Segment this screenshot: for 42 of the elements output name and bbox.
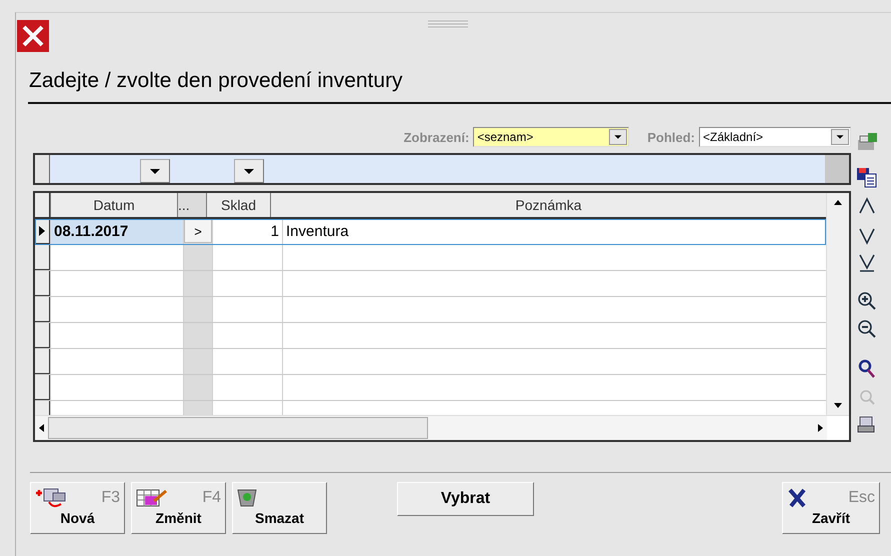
view-label: Pohled: — [647, 130, 695, 144]
scroll-left-arrow-icon[interactable] — [39, 424, 44, 432]
row-pointer-icon — [39, 226, 45, 236]
save-icon[interactable] — [856, 166, 878, 188]
display-dropdown[interactable]: <seznam> — [473, 127, 630, 147]
view-dropdown[interactable]: <Základní> — [699, 127, 851, 147]
column-header[interactable]: Sklad — [206, 193, 270, 217]
row-detail-button[interactable]: > — [184, 219, 212, 243]
vertical-scrollbar[interactable] — [826, 193, 849, 415]
window-title: Zadejte / zvolte den provedení inventury — [28, 68, 404, 94]
close-button[interactable]: Esc Zavřít — [782, 482, 880, 534]
toolbar-button[interactable]: F3 Nová — [30, 482, 125, 534]
horizontal-scrollbar[interactable] — [35, 415, 849, 440]
caret-icon — [244, 168, 254, 174]
select-button[interactable]: Vybrat — [397, 482, 534, 516]
scroll-up-arrow-icon[interactable] — [834, 200, 842, 205]
zoom-in-icon[interactable] — [856, 290, 878, 312]
caret-icon — [150, 168, 160, 174]
shortcut-label: Esc — [848, 489, 875, 507]
close-icon[interactable] — [17, 20, 49, 52]
filter-dropdown-button[interactable] — [234, 159, 264, 183]
column-header[interactable]: ... — [177, 193, 206, 217]
filter-dropdown-button[interactable] — [140, 159, 170, 183]
trash-icon — [237, 489, 257, 507]
shortcut-label: F4 — [202, 489, 221, 507]
table-row[interactable]: 08.11.2017 > 1 Inventura — [35, 219, 826, 245]
table-cell: 08.11.2017 — [50, 219, 183, 244]
scroll-right-arrow-icon[interactable] — [818, 424, 823, 432]
close-icon — [787, 488, 807, 508]
search-icon[interactable] — [856, 358, 878, 380]
shortcut-label: F3 — [101, 489, 120, 507]
table-cell: 1 — [212, 219, 282, 244]
toolbar-button[interactable]: F4 Změnit — [131, 482, 226, 534]
scrollbar-thumb[interactable] — [48, 417, 428, 439]
row-header-cell — [35, 155, 50, 183]
edit-table-icon — [136, 487, 170, 509]
scroll-down-arrow-icon[interactable] — [834, 403, 842, 408]
grip-icon[interactable] — [428, 20, 468, 30]
display-label: Zobrazení: — [404, 130, 470, 144]
scrollbar-cell — [825, 155, 849, 183]
toolbar-button[interactable]: Smazat — [232, 482, 327, 534]
zoom-out-icon[interactable] — [856, 318, 878, 340]
